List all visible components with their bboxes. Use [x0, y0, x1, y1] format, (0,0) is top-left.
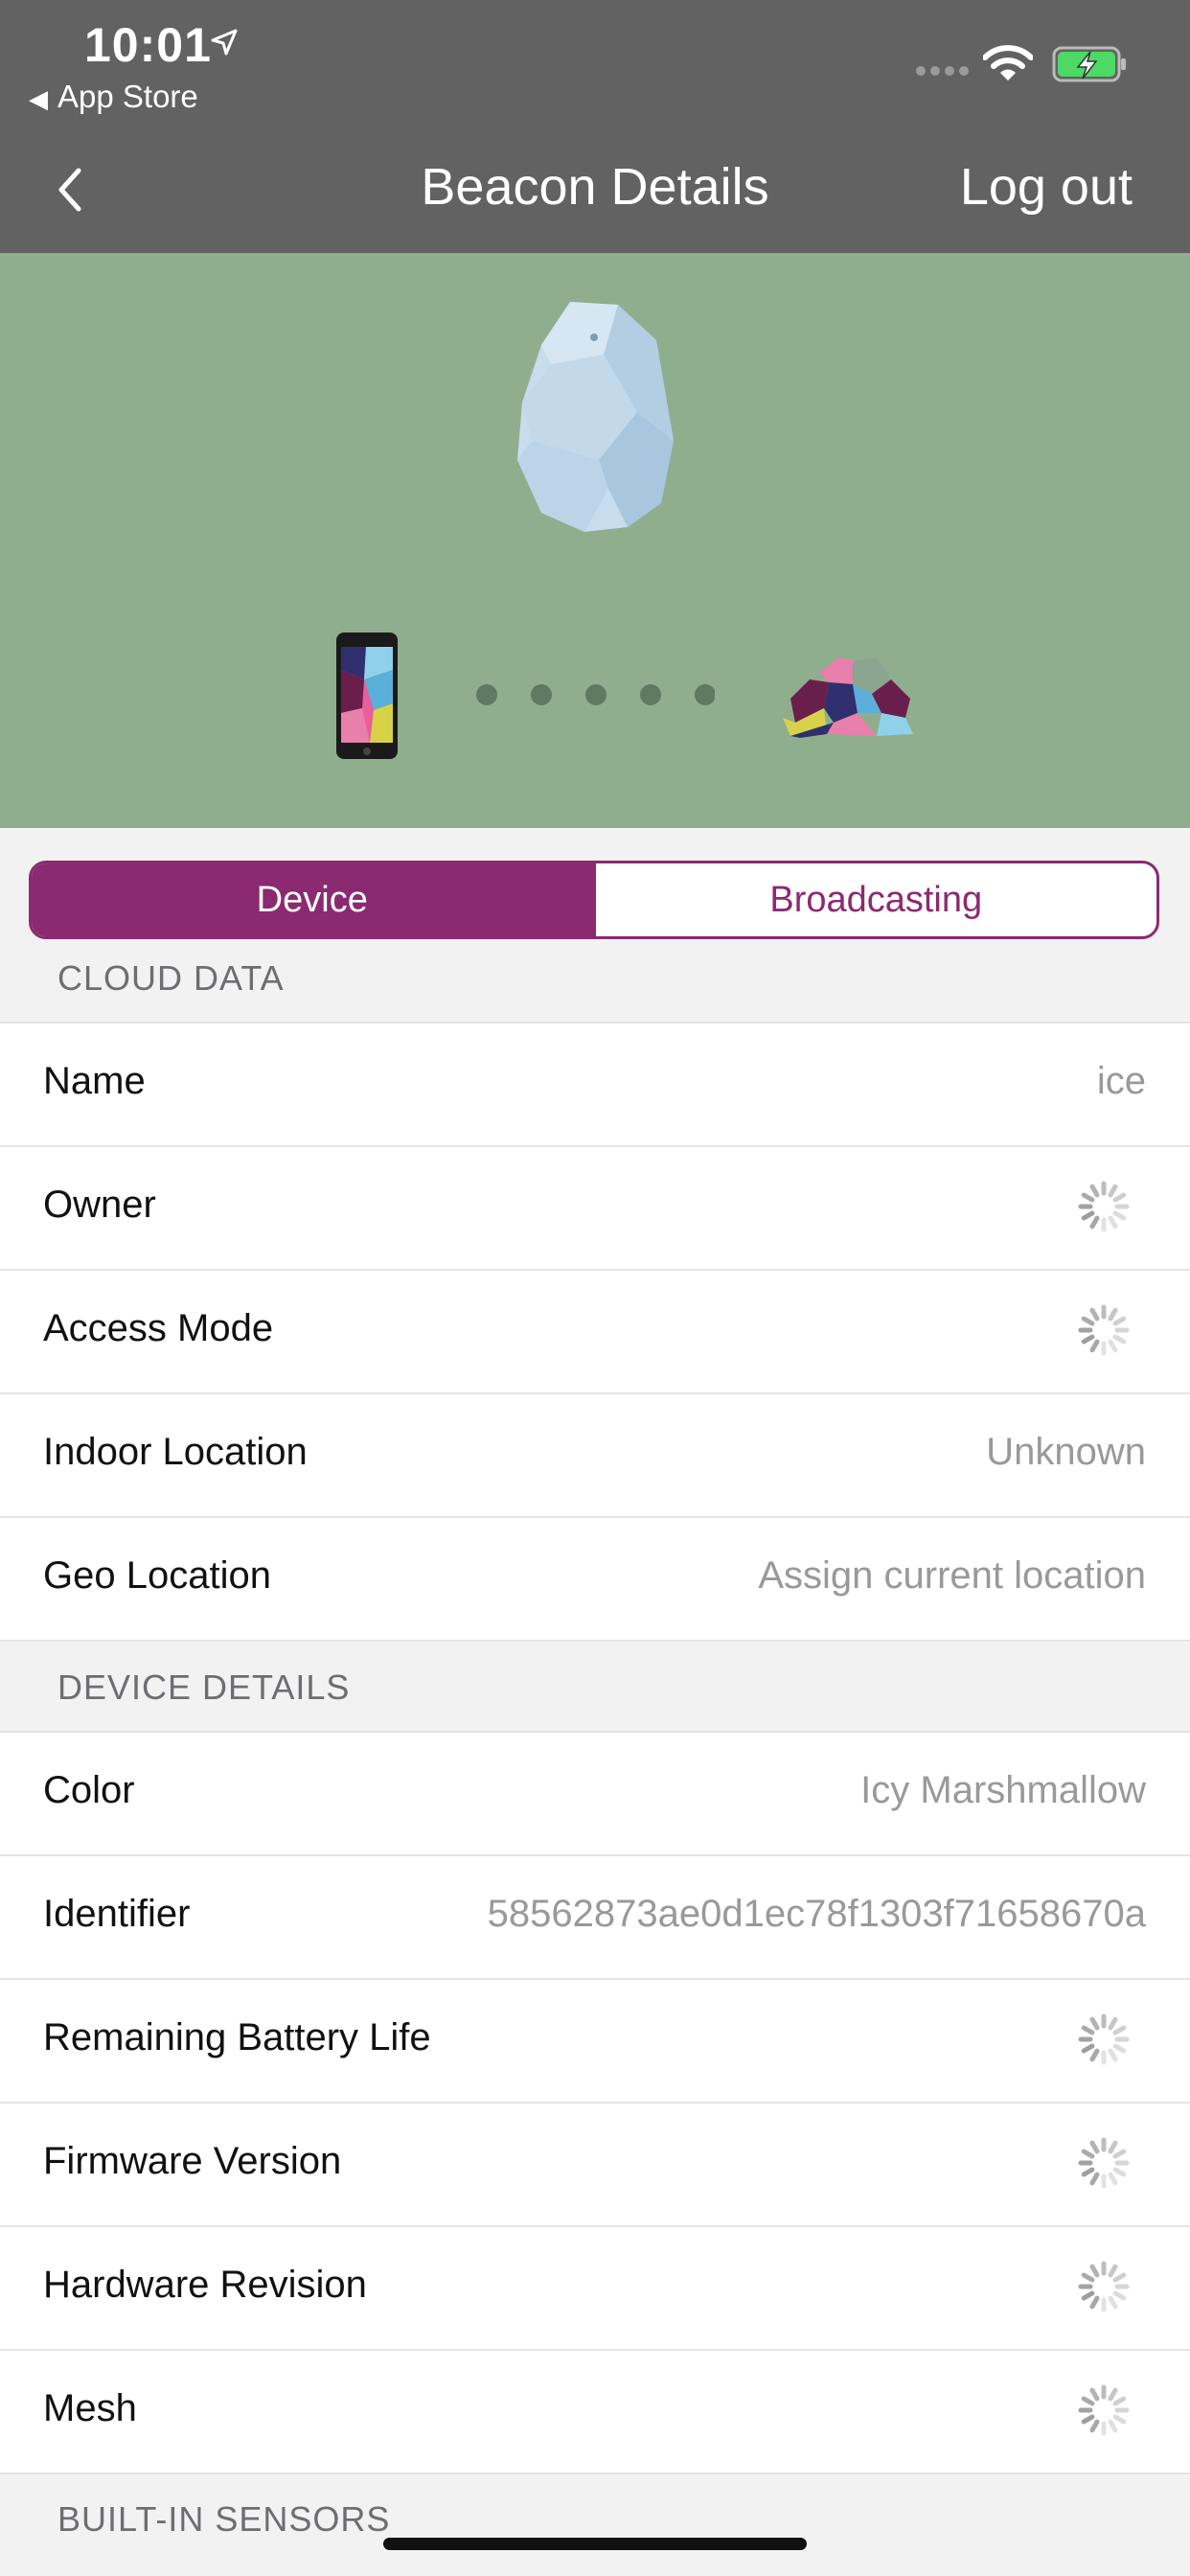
row-label: Name	[43, 1060, 146, 1102]
row-value: Unknown	[986, 1431, 1146, 1473]
loading-spinner-icon	[1075, 2011, 1133, 2068]
segmented-control: Device Broadcasting	[29, 861, 1159, 939]
row-hardware-revision[interactable]: Hardware Revision	[0, 2227, 1190, 2351]
row-label: Hardware Revision	[43, 2264, 367, 2306]
status-time: 10:01	[84, 18, 212, 72]
location-arrow-icon	[211, 29, 238, 56]
home-indicator	[383, 2538, 807, 2550]
row-firmware-version[interactable]: Firmware Version	[0, 2104, 1190, 2227]
tab-device[interactable]: Device	[32, 863, 593, 936]
section-header-label: DEVICE DETAILS	[57, 1668, 351, 1707]
row-label: Firmware Version	[43, 2140, 342, 2182]
row-owner[interactable]: Owner	[0, 1147, 1190, 1271]
connection-dots-icon	[476, 684, 715, 705]
loading-spinner-icon	[1075, 1178, 1133, 1235]
tab-broadcasting[interactable]: Broadcasting	[592, 863, 1157, 936]
phone-icon	[336, 632, 398, 759]
loading-spinner-icon	[1075, 2381, 1133, 2439]
status-bar: 10:01 ◀ App Store	[0, 0, 1190, 134]
battery-charging-icon	[1052, 46, 1126, 82]
logout-button[interactable]: Log out	[960, 157, 1133, 217]
row-value: 58562873ae0d1ec78f1303f71658670a	[487, 1893, 1146, 1935]
beacon-icon	[517, 302, 674, 532]
row-value: ice	[1096, 1060, 1146, 1102]
back-to-app-store-link[interactable]: ◀ App Store	[29, 79, 198, 115]
row-indoor-location[interactable]: Indoor Location Unknown	[0, 1394, 1190, 1518]
cloud-data-list: Name ice Owner Access Mode Indoor Locati…	[0, 1022, 1190, 1642]
navigation-bar: Beacon Details Log out	[0, 134, 1190, 253]
row-label: Remaining Battery Life	[43, 2016, 431, 2058]
loading-spinner-icon	[1075, 1301, 1133, 1359]
row-label: Indoor Location	[43, 1431, 308, 1473]
section-header-label: CLOUD DATA	[57, 958, 285, 998]
row-geo-location[interactable]: Geo Location Assign current location	[0, 1518, 1190, 1640]
row-label: Owner	[43, 1184, 156, 1226]
loading-spinner-icon	[1075, 2258, 1133, 2315]
row-access-mode[interactable]: Access Mode	[0, 1271, 1190, 1394]
row-value: Icy Marshmallow	[860, 1769, 1146, 1811]
section-header-label: BUILT-IN SENSORS	[57, 2499, 391, 2539]
loading-spinner-icon	[1075, 2134, 1133, 2192]
row-name[interactable]: Name ice	[0, 1024, 1190, 1147]
beacon-hero-illustration	[0, 253, 1190, 828]
section-header-cloud-data: CLOUD DATA	[0, 958, 1190, 1016]
back-app-label: App Store	[57, 79, 198, 114]
row-remaining-battery-life[interactable]: Remaining Battery Life	[0, 1980, 1190, 2104]
row-color[interactable]: Color Icy Marshmallow	[0, 1733, 1190, 1856]
row-value: Assign current location	[758, 1554, 1146, 1597]
row-identifier[interactable]: Identifier 58562873ae0d1ec78f1303f716586…	[0, 1856, 1190, 1980]
row-label: Geo Location	[43, 1554, 271, 1597]
device-details-list: Color Icy Marshmallow Identifier 5856287…	[0, 1731, 1190, 2474]
cellular-signal-icon	[916, 66, 969, 76]
row-label: Color	[43, 1769, 135, 1811]
row-label: Access Mode	[43, 1307, 274, 1349]
section-header-device-details: DEVICE DETAILS	[0, 1668, 1190, 1725]
cloud-icon	[783, 657, 913, 738]
back-triangle-icon: ◀	[29, 84, 48, 113]
row-label: Identifier	[43, 1893, 191, 1935]
row-mesh[interactable]: Mesh	[0, 2351, 1190, 2472]
row-label: Mesh	[43, 2387, 137, 2429]
wifi-icon	[983, 45, 1033, 80]
